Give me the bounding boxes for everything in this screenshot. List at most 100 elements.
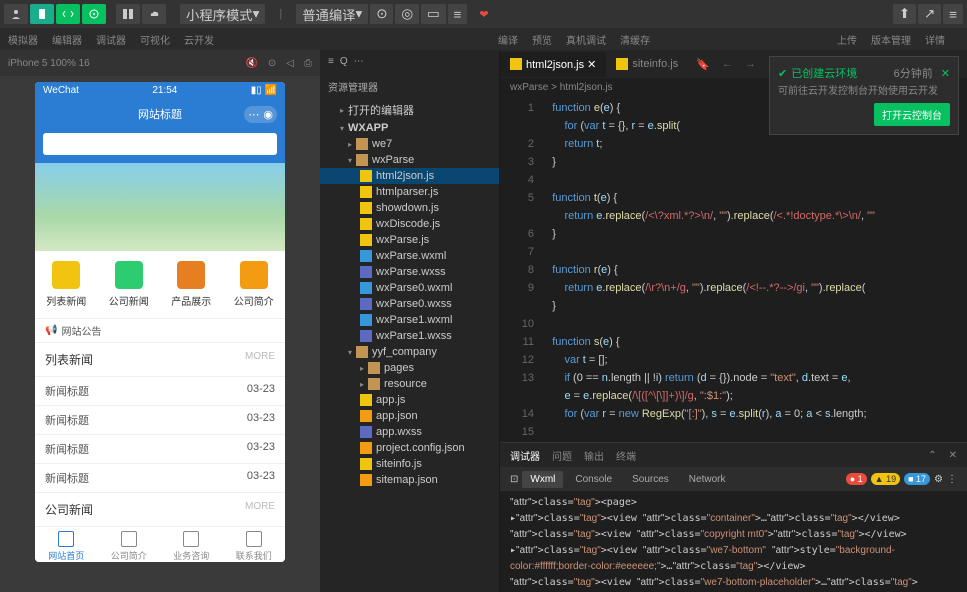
- close-icon[interactable]: ✕: [941, 67, 950, 80]
- root-folder[interactable]: ▾WXAPP: [320, 120, 499, 136]
- editor-tab[interactable]: siteinfo.js: [606, 52, 688, 76]
- preview-action-icon[interactable]: ◎: [395, 4, 419, 24]
- error-badge[interactable]: ● 1: [846, 473, 867, 485]
- clear-cache-icon[interactable]: ≡: [448, 4, 468, 24]
- editor-tab[interactable]: html2json.js ✕: [500, 52, 606, 77]
- heart-icon: ❤: [479, 8, 488, 21]
- grid-item[interactable]: 产品展示: [160, 261, 223, 308]
- remote-debug-icon[interactable]: ▭: [421, 4, 446, 24]
- compile-action-icon[interactable]: ⊙: [370, 4, 393, 24]
- collapse-icon[interactable]: ⌃: [928, 450, 936, 461]
- file-item[interactable]: showdown.js: [320, 200, 499, 216]
- compile-select[interactable]: 普通编译 ▾: [296, 4, 368, 24]
- debugger-icon[interactable]: [82, 4, 106, 24]
- dt-tab-problems[interactable]: 问题: [552, 448, 572, 463]
- file-item[interactable]: sitemap.json: [320, 472, 499, 488]
- file-item[interactable]: wxParse0.wxml: [320, 280, 499, 296]
- details-icon[interactable]: ≡: [943, 4, 963, 24]
- phone-frame: WeChat 21:54 ▮▯ 📶 网站标题 ⋯ ◉ 列表新闻公司新闻产品展示公…: [35, 82, 285, 562]
- warn-badge[interactable]: ▲ 19: [871, 473, 900, 485]
- grid-item[interactable]: 公司新闻: [98, 261, 161, 308]
- hero-image: [35, 163, 285, 251]
- dt-tab-terminal[interactable]: 终端: [616, 448, 636, 463]
- folder-resource[interactable]: ▸resource: [320, 376, 499, 392]
- file-item[interactable]: wxDiscode.js: [320, 216, 499, 232]
- grid-item[interactable]: 公司简介: [223, 261, 286, 308]
- wxml-tree[interactable]: "attr">class="tag"><page>▸"attr">class="…: [500, 491, 967, 592]
- mode-select[interactable]: 小程序模式 ▾: [180, 4, 265, 24]
- folder-yyf[interactable]: ▾yyf_company: [320, 344, 499, 360]
- gear-icon[interactable]: ⚙: [934, 474, 943, 485]
- devtools-panel: 调试器 问题 输出 终端 ⌃ ✕ ⊡ Wxml Console Sources …: [500, 442, 967, 592]
- open-editors[interactable]: ▸打开的编辑器: [320, 100, 499, 120]
- file-item[interactable]: wxParse1.wxss: [320, 328, 499, 344]
- section-header[interactable]: 列表新闻MORE: [35, 342, 285, 376]
- section-header[interactable]: 公司新闻MORE: [35, 492, 285, 526]
- announcement-bar[interactable]: 📢 网站公告: [35, 318, 285, 342]
- code-editor[interactable]: 1 2345 6789 10111213 1415161718 function…: [500, 97, 967, 442]
- file-item[interactable]: htmlparser.js: [320, 184, 499, 200]
- dt-tab-sources[interactable]: Sources: [624, 471, 677, 488]
- open-cloud-button[interactable]: 打开云控制台: [874, 103, 950, 126]
- menu-icon[interactable]: ≡: [328, 56, 334, 67]
- device-label: iPhone 5 100% 16: [8, 58, 90, 69]
- list-item[interactable]: 新闻标题03-23: [35, 405, 285, 434]
- search-icon[interactable]: Q: [340, 56, 348, 67]
- sim-screenshot-icon[interactable]: ⎙: [304, 58, 312, 69]
- cloud-icon[interactable]: [142, 4, 166, 24]
- list-item[interactable]: 新闻标题03-23: [35, 463, 285, 492]
- dt-tab-output[interactable]: 输出: [584, 448, 604, 463]
- nav-bar: 网站标题 ⋯ ◉: [35, 100, 285, 130]
- list-item[interactable]: 新闻标题03-23: [35, 434, 285, 463]
- folder-pages[interactable]: ▸pages: [320, 360, 499, 376]
- close-capsule-icon[interactable]: ◉: [263, 108, 273, 121]
- file-item[interactable]: app.wxss: [320, 424, 499, 440]
- editor-icon[interactable]: [56, 4, 80, 24]
- dt-tab-network[interactable]: Network: [681, 471, 734, 488]
- sim-mute-icon[interactable]: 🔇: [245, 58, 257, 69]
- file-item[interactable]: project.config.json: [320, 440, 499, 456]
- page-title: 网站标题: [138, 106, 182, 122]
- file-item[interactable]: wxParse.js: [320, 232, 499, 248]
- dt-tab-wxml[interactable]: Wxml: [522, 471, 563, 488]
- bookmark-icon[interactable]: 🔖: [688, 58, 718, 71]
- main-toolbar: 小程序模式 ▾ | 普通编译 ▾ ⊙ ◎ ▭ ≡ ❤ ⬆ ↗ ≡: [0, 0, 967, 28]
- tabbar-item[interactable]: 业务咨询: [160, 527, 223, 562]
- user-icon[interactable]: [4, 4, 28, 24]
- speaker-icon: 📢: [45, 325, 57, 336]
- tabbar-item[interactable]: 联系我们: [223, 527, 286, 562]
- nav-fwd-icon[interactable]: →: [737, 58, 764, 70]
- file-explorer: ≡ Q ⋯ 资源管理器 ▸打开的编辑器 ▾WXAPP ▸we7 ▾wxParse…: [320, 50, 500, 592]
- info-badge[interactable]: ■ 17: [904, 473, 930, 485]
- file-item[interactable]: wxParse.wxss: [320, 264, 499, 280]
- file-item[interactable]: app.json: [320, 408, 499, 424]
- file-item[interactable]: html2json.js: [320, 168, 499, 184]
- search-input[interactable]: [43, 133, 277, 155]
- dt-tab-debugger[interactable]: 调试器: [510, 448, 540, 463]
- tabbar-item[interactable]: 网站首页: [35, 527, 98, 562]
- file-item[interactable]: wxParse.wxml: [320, 248, 499, 264]
- upload-icon[interactable]: ⬆: [893, 4, 916, 24]
- menu-icon[interactable]: ⋯: [248, 108, 259, 121]
- cloud-notification: ✔已创建云环境 6分钟前 ✕ 可前往云开发控制台开始使用云开发 打开云控制台: [769, 56, 959, 135]
- file-item[interactable]: wxParse0.wxss: [320, 296, 499, 312]
- sim-home-icon[interactable]: ⊙: [268, 58, 276, 69]
- close-icon[interactable]: ✕: [949, 450, 957, 461]
- version-icon[interactable]: ↗: [918, 4, 941, 24]
- grid-item[interactable]: 列表新闻: [35, 261, 98, 308]
- dt-inspect-icon[interactable]: ⊡: [510, 474, 518, 485]
- folder-wxparse[interactable]: ▾wxParse: [320, 152, 499, 168]
- list-item[interactable]: 新闻标题03-23: [35, 376, 285, 405]
- check-icon: ✔: [778, 67, 787, 80]
- file-item[interactable]: app.js: [320, 392, 499, 408]
- nav-back-icon[interactable]: ←: [718, 58, 737, 70]
- tabbar-item[interactable]: 公司简介: [98, 527, 161, 562]
- folder-we7[interactable]: ▸we7: [320, 136, 499, 152]
- battery-icon: ▮▯ 📶: [251, 85, 277, 96]
- file-item[interactable]: wxParse1.wxml: [320, 312, 499, 328]
- file-item[interactable]: siteinfo.js: [320, 456, 499, 472]
- dt-tab-console[interactable]: Console: [567, 471, 620, 488]
- layout-icon[interactable]: [116, 4, 140, 24]
- simulator-icon[interactable]: [30, 4, 54, 24]
- sim-back-icon[interactable]: ◁: [286, 58, 294, 69]
